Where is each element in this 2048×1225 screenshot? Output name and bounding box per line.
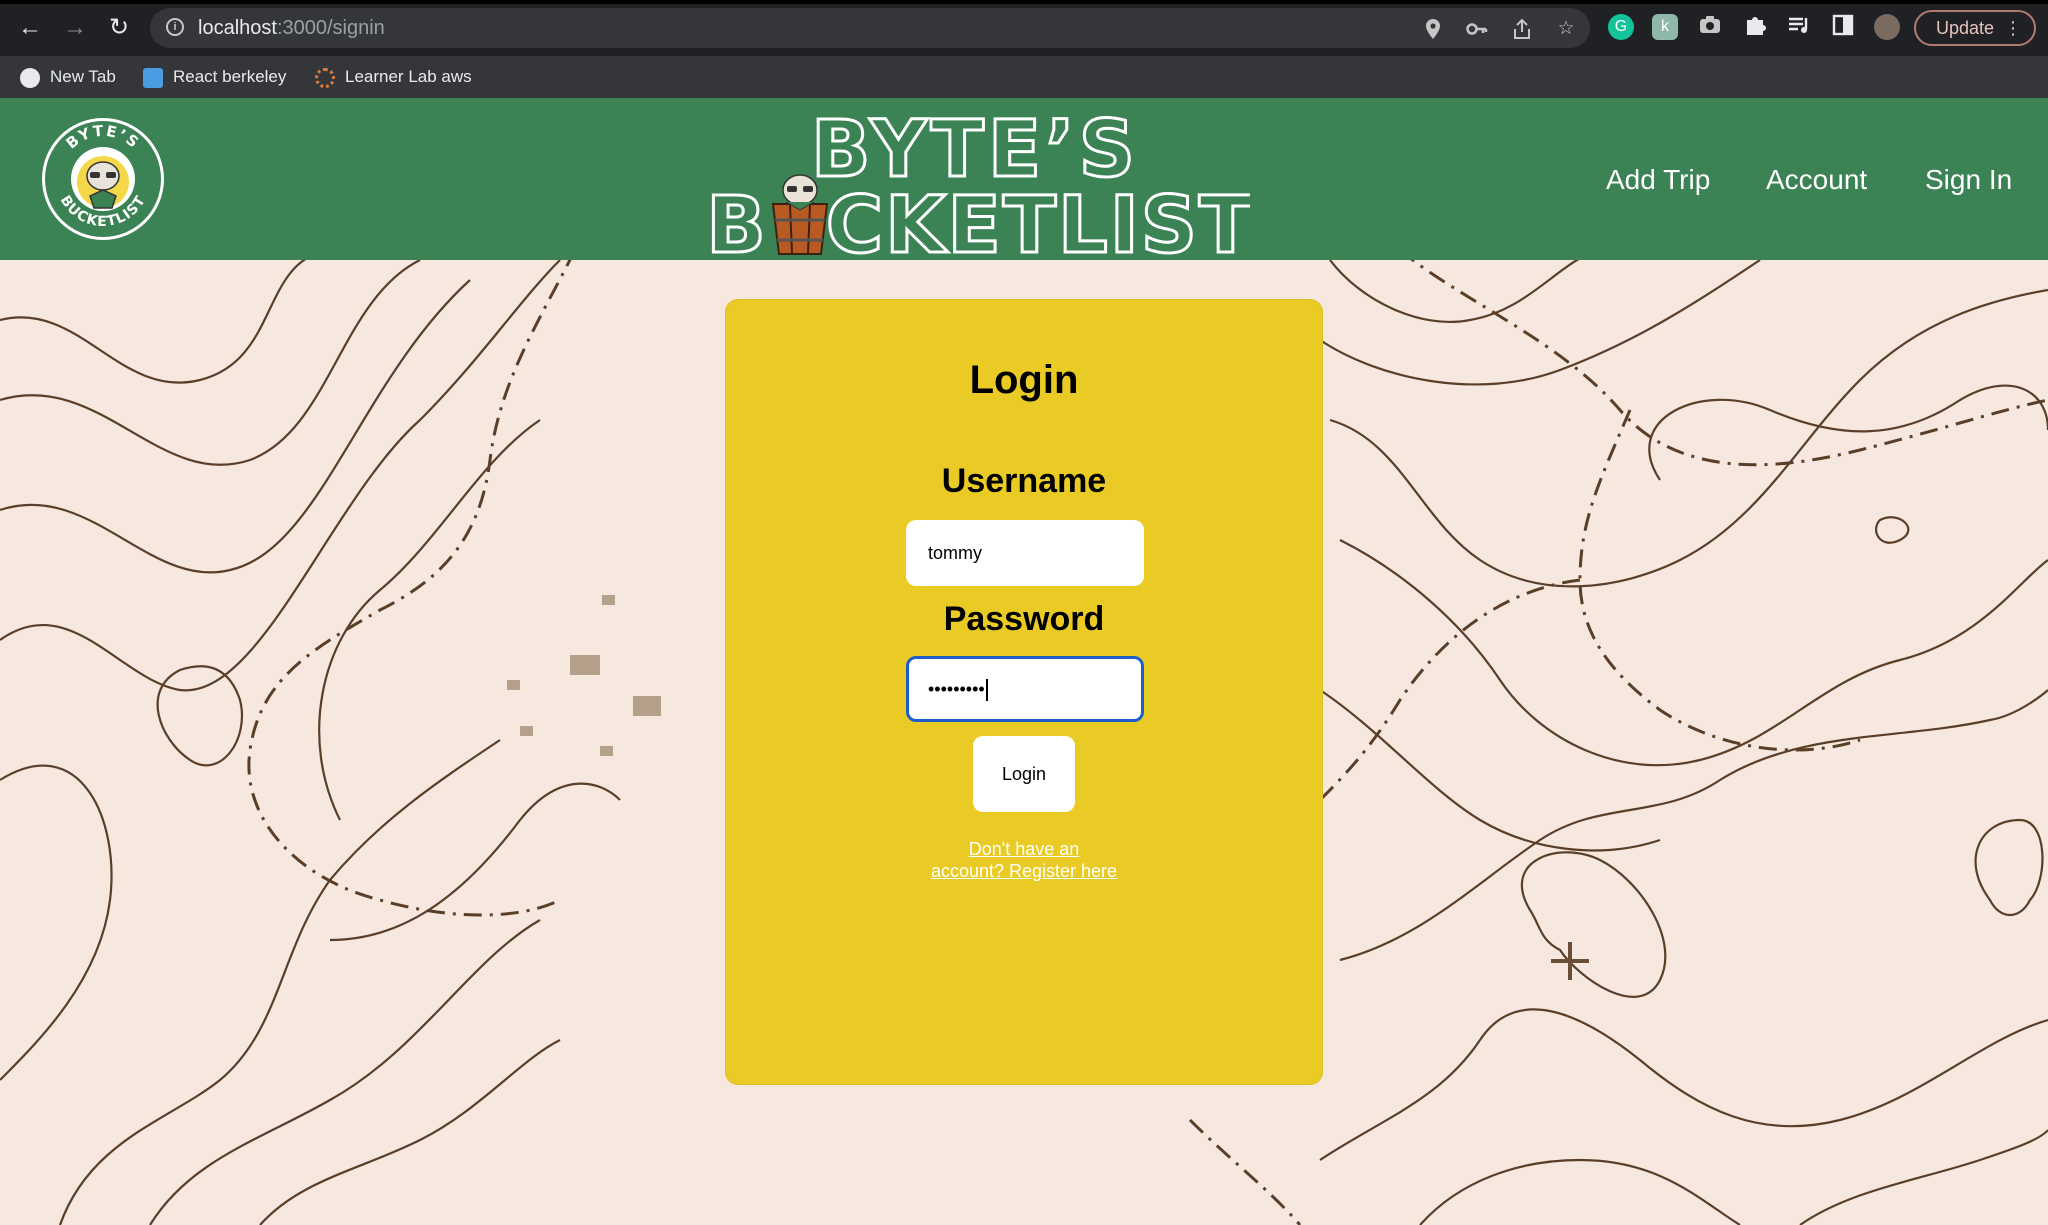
media-queue-icon[interactable] xyxy=(1786,14,1812,40)
location-pin-icon[interactable] xyxy=(1422,18,1444,40)
back-arrow-icon[interactable]: ← xyxy=(16,14,44,42)
address-url[interactable]: localhost:3000/signin xyxy=(198,17,385,40)
username-label: Username xyxy=(941,462,1107,500)
camera-icon[interactable] xyxy=(1697,14,1723,40)
login-card: Login Username tommy Password ••••••••• … xyxy=(726,300,1322,1084)
bookmarks-bar: New Tab React berkeley Learner Lab aws xyxy=(0,56,2048,98)
key-icon[interactable] xyxy=(1466,18,1488,40)
bookmark-new-tab[interactable]: New Tab xyxy=(20,66,116,88)
login-title: Login xyxy=(969,358,1079,402)
site-header: BYTE’S BUCKETLIST BYTE’S B CKETLIST Add … xyxy=(0,98,2048,273)
bookmark-learner-lab-aws[interactable]: Learner Lab aws xyxy=(315,66,472,88)
login-button[interactable]: Login xyxy=(973,736,1075,812)
monitor-icon xyxy=(143,67,163,88)
profile-avatar-icon[interactable] xyxy=(1874,14,1900,40)
bookmark-react-berkeley[interactable]: React berkeley xyxy=(143,66,286,88)
svg-text:CKETLIST: CKETLIST xyxy=(826,181,1250,258)
puzzle-extensions-icon[interactable] xyxy=(1742,14,1768,40)
address-bar[interactable]: i localhost:3000/signin ☆ xyxy=(150,8,1590,48)
forward-arrow-icon[interactable]: → xyxy=(61,14,89,42)
aws-icon xyxy=(315,67,335,88)
browser-toolbar: ← → ↻ i localhost:3000/signin ☆ G k Upda… xyxy=(0,0,2048,56)
nav-sign-in[interactable]: Sign In xyxy=(1925,164,2012,196)
share-icon[interactable] xyxy=(1511,18,1533,40)
text-caret xyxy=(985,679,988,702)
reload-icon[interactable]: ↻ xyxy=(105,14,133,42)
more-menu-icon[interactable]: ⋮ xyxy=(2004,12,2022,44)
side-panel-icon[interactable] xyxy=(1830,14,1856,40)
password-input[interactable]: ••••••••• xyxy=(906,656,1144,722)
site-info-icon[interactable]: i xyxy=(166,18,184,36)
site-wordmark: BYTE’S B CKETLIST xyxy=(700,102,1254,273)
bytes-bucketlist-logo[interactable]: BYTE’S BUCKETLIST xyxy=(40,116,166,242)
update-button[interactable]: Update ⋮ xyxy=(1914,10,2036,46)
nav-add-trip[interactable]: Add Trip xyxy=(1606,164,1710,196)
svg-text:B: B xyxy=(706,181,765,258)
password-label: Password xyxy=(943,600,1105,638)
nav-account[interactable]: Account xyxy=(1766,164,1867,196)
globe-icon xyxy=(20,67,40,88)
grammarly-icon[interactable]: G xyxy=(1608,14,1634,40)
username-input[interactable]: tommy xyxy=(906,520,1144,586)
extension-k-icon[interactable]: k xyxy=(1652,14,1678,40)
bookmark-star-icon[interactable]: ☆ xyxy=(1555,18,1577,40)
register-link[interactable]: Don't have an account? Register here xyxy=(726,838,1322,882)
